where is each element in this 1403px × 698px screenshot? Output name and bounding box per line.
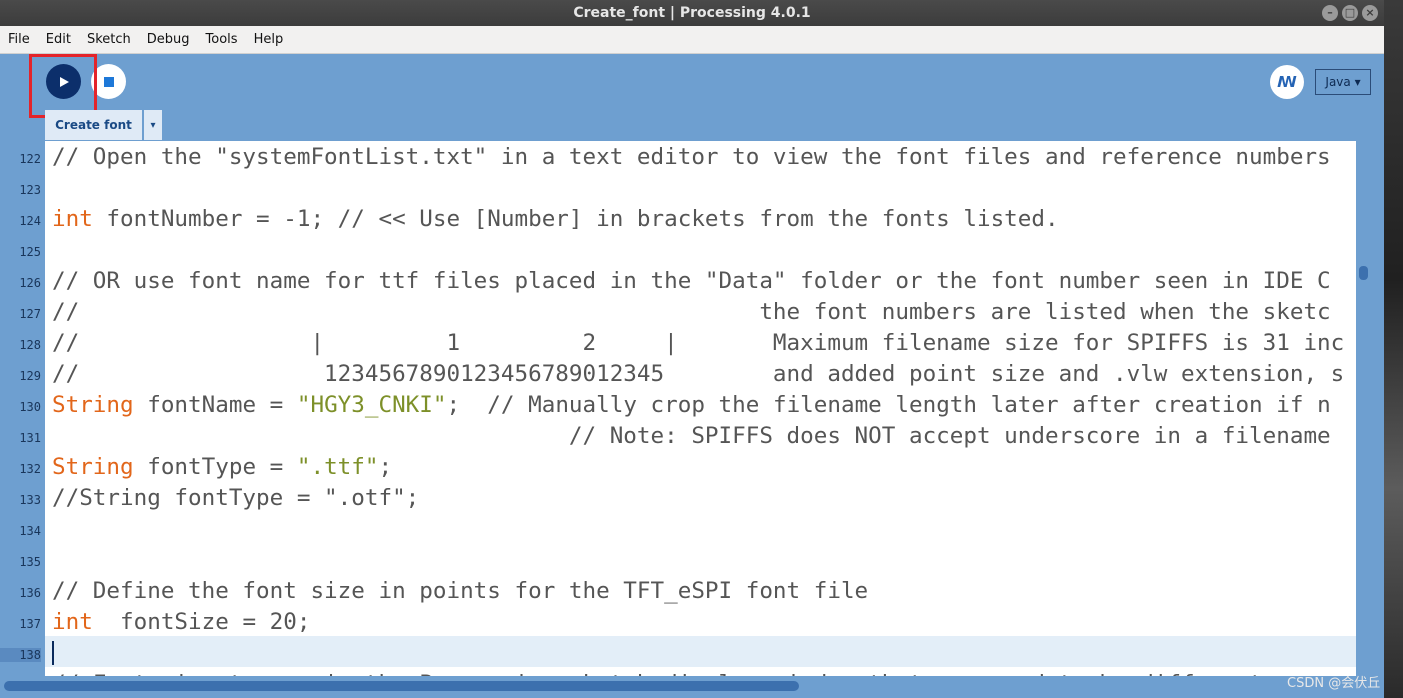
keyword-token: String bbox=[52, 392, 134, 418]
code-line: // | 1 2 | Maximum filename size for SPI… bbox=[52, 328, 1344, 359]
line-number: 125 bbox=[19, 245, 41, 259]
line-number: 127 bbox=[19, 307, 41, 321]
line-number: 135 bbox=[19, 555, 41, 569]
mode-selector[interactable]: Java ▾ bbox=[1315, 69, 1371, 95]
text-cursor bbox=[52, 641, 54, 665]
code-line: String fontType = ".ttf"; bbox=[52, 452, 392, 483]
menu-help[interactable]: Help bbox=[246, 32, 292, 47]
code-editor[interactable]: // Open the "systemFontList.txt" in a te… bbox=[45, 141, 1356, 676]
code-line: // OR use font name for ttf files placed… bbox=[52, 266, 1331, 297]
highlight-annotation bbox=[29, 54, 97, 118]
string-token: "HGY3_CNKI" bbox=[296, 392, 447, 418]
code-line: int fontSize = 20; bbox=[52, 607, 310, 638]
code-line: // Font size to use in the Processing sk… bbox=[52, 669, 1263, 676]
menu-edit[interactable]: Edit bbox=[38, 32, 79, 47]
current-line-highlight bbox=[45, 636, 1356, 667]
line-number: 138 bbox=[0, 648, 41, 662]
vertical-scrollbar[interactable] bbox=[1356, 141, 1370, 676]
toolbar bbox=[0, 54, 1384, 140]
desktop-background bbox=[1384, 0, 1403, 698]
debug-icon: ꟿ bbox=[1277, 73, 1297, 91]
title-bar: Create_font | Processing 4.0.1 – □ × bbox=[0, 0, 1384, 26]
keyword-token: int bbox=[52, 609, 93, 635]
code-token: ; // Manually crop the filename length l… bbox=[446, 392, 1331, 418]
code-line: // Define the font size in points for th… bbox=[52, 576, 868, 607]
tab-create-font[interactable]: Create font bbox=[45, 110, 142, 140]
minimize-button[interactable]: – bbox=[1322, 5, 1338, 21]
menu-bar: File Edit Sketch Debug Tools Help bbox=[0, 26, 1384, 54]
code-token: // OR use font name for ttf files placed… bbox=[52, 268, 1331, 294]
code-line: //String fontType = ".otf"; bbox=[52, 483, 419, 514]
line-number: 124 bbox=[19, 214, 41, 228]
code-line: // Open the "systemFontList.txt" in a te… bbox=[52, 142, 1331, 173]
window-title: Create_font | Processing 4.0.1 bbox=[573, 5, 811, 21]
code-line: // the font numbers are listed when the … bbox=[52, 297, 1331, 328]
menu-debug[interactable]: Debug bbox=[139, 32, 198, 47]
code-token: fontName = bbox=[133, 392, 297, 418]
line-number: 136 bbox=[19, 586, 41, 600]
code-token: fontSize = 20; bbox=[92, 609, 311, 635]
vertical-scroll-thumb[interactable] bbox=[1359, 266, 1368, 280]
code-token: fontType = bbox=[133, 454, 297, 480]
line-number: 134 bbox=[19, 524, 41, 538]
line-number: 132 bbox=[19, 462, 41, 476]
line-number: 122 bbox=[19, 152, 41, 166]
window-controls: – □ × bbox=[1322, 5, 1378, 21]
code-token: // the font numbers are listed when the … bbox=[52, 299, 1331, 325]
horizontal-scroll-thumb[interactable] bbox=[4, 681, 799, 691]
code-token: // | 1 2 | Maximum filename size for SPI… bbox=[52, 330, 1345, 356]
code-line: int fontNumber = -1; // << Use [Number] … bbox=[52, 204, 1059, 235]
debug-button[interactable]: ꟿ bbox=[1270, 65, 1304, 99]
code-token: // 1234567890123456789012345 and added p… bbox=[52, 361, 1345, 387]
processing-window: Create_font | Processing 4.0.1 – □ × Fil… bbox=[0, 0, 1384, 698]
line-number: 126 bbox=[19, 276, 41, 290]
maximize-button[interactable]: □ bbox=[1342, 5, 1358, 21]
code-token: fontNumber = -1; // << Use [Number] in b… bbox=[92, 206, 1059, 232]
code-token: // Note: SPIFFS does NOT accept undersco… bbox=[52, 423, 1331, 449]
watermark: CSDN @会伏丘 bbox=[1287, 676, 1381, 691]
code-token: //String fontType = ".otf"; bbox=[52, 485, 420, 511]
tab-menu-arrow[interactable]: ▾ bbox=[144, 110, 162, 140]
line-number: 130 bbox=[19, 400, 41, 414]
stop-icon bbox=[103, 76, 114, 87]
line-number: 133 bbox=[19, 493, 41, 507]
menu-tools[interactable]: Tools bbox=[198, 32, 246, 47]
line-number: 131 bbox=[19, 431, 41, 445]
code-line: // Note: SPIFFS does NOT accept undersco… bbox=[52, 421, 1331, 452]
code-token: // Define the font size in points for th… bbox=[52, 578, 869, 604]
keyword-token: String bbox=[52, 454, 134, 480]
menu-file[interactable]: File bbox=[0, 32, 38, 47]
code-line: // 1234567890123456789012345 and added p… bbox=[52, 359, 1344, 390]
line-number: 123 bbox=[19, 183, 41, 197]
code-line: String fontName = "HGY3_CNKI"; // Manual… bbox=[52, 390, 1331, 421]
line-number-gutter: 122 123 124 125 126 127 128 129 130 131 132 133 134 1… bbox=[0, 141, 45, 685]
keyword-token: int bbox=[52, 206, 93, 232]
code-token: ; bbox=[378, 454, 393, 480]
string-token: ".ttf" bbox=[296, 454, 379, 480]
line-number: 129 bbox=[19, 369, 41, 383]
code-token: // Open the "systemFontList.txt" in a te… bbox=[52, 144, 1331, 170]
menu-sketch[interactable]: Sketch bbox=[79, 32, 139, 47]
line-number: 128 bbox=[19, 338, 41, 352]
line-number: 137 bbox=[19, 617, 41, 631]
close-button[interactable]: × bbox=[1362, 5, 1378, 21]
